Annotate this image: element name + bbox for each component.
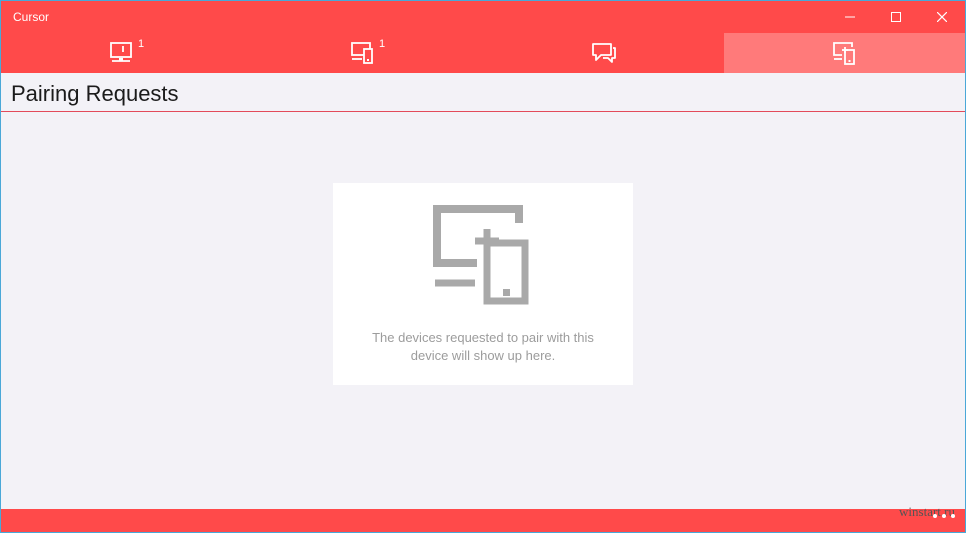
more-dot (942, 514, 946, 518)
more-dot (933, 514, 937, 518)
empty-state-card: The devices requested to pair with this … (333, 183, 633, 385)
tab-desktops[interactable]: 1 (1, 33, 242, 73)
close-icon (937, 12, 947, 22)
app-window: Cursor 1 1 Pairing Requests The devices … (0, 0, 966, 533)
minimize-button[interactable] (827, 1, 873, 33)
close-button[interactable] (919, 1, 965, 33)
tab-badge: 1 (379, 38, 386, 50)
tab-devices[interactable]: 1 (242, 33, 483, 73)
tab-pairing-requests[interactable] (724, 33, 965, 73)
tab-badge: 1 (138, 38, 145, 50)
tab-messages[interactable] (483, 33, 724, 73)
more-dot (951, 514, 955, 518)
pair-device-icon (832, 42, 855, 65)
pair-device-icon (433, 205, 529, 305)
more-options-button[interactable] (933, 514, 955, 518)
empty-state-message: The devices requested to pair with this … (372, 330, 594, 363)
maximize-icon (891, 12, 901, 22)
title-bar[interactable]: Cursor (1, 1, 965, 33)
window-controls (827, 1, 965, 33)
page-title: Pairing Requests (11, 81, 179, 106)
app-title: Cursor (13, 10, 50, 24)
chat-icon (591, 43, 616, 63)
devices-icon (350, 42, 373, 64)
maximize-button[interactable] (873, 1, 919, 33)
tab-bar: 1 1 (1, 33, 965, 73)
desktop-icon (109, 42, 132, 62)
bottom-app-bar: winstart.ru (1, 504, 965, 532)
minimize-icon (845, 16, 855, 18)
main-content: The devices requested to pair with this … (1, 112, 965, 509)
page-header: Pairing Requests (1, 73, 965, 112)
